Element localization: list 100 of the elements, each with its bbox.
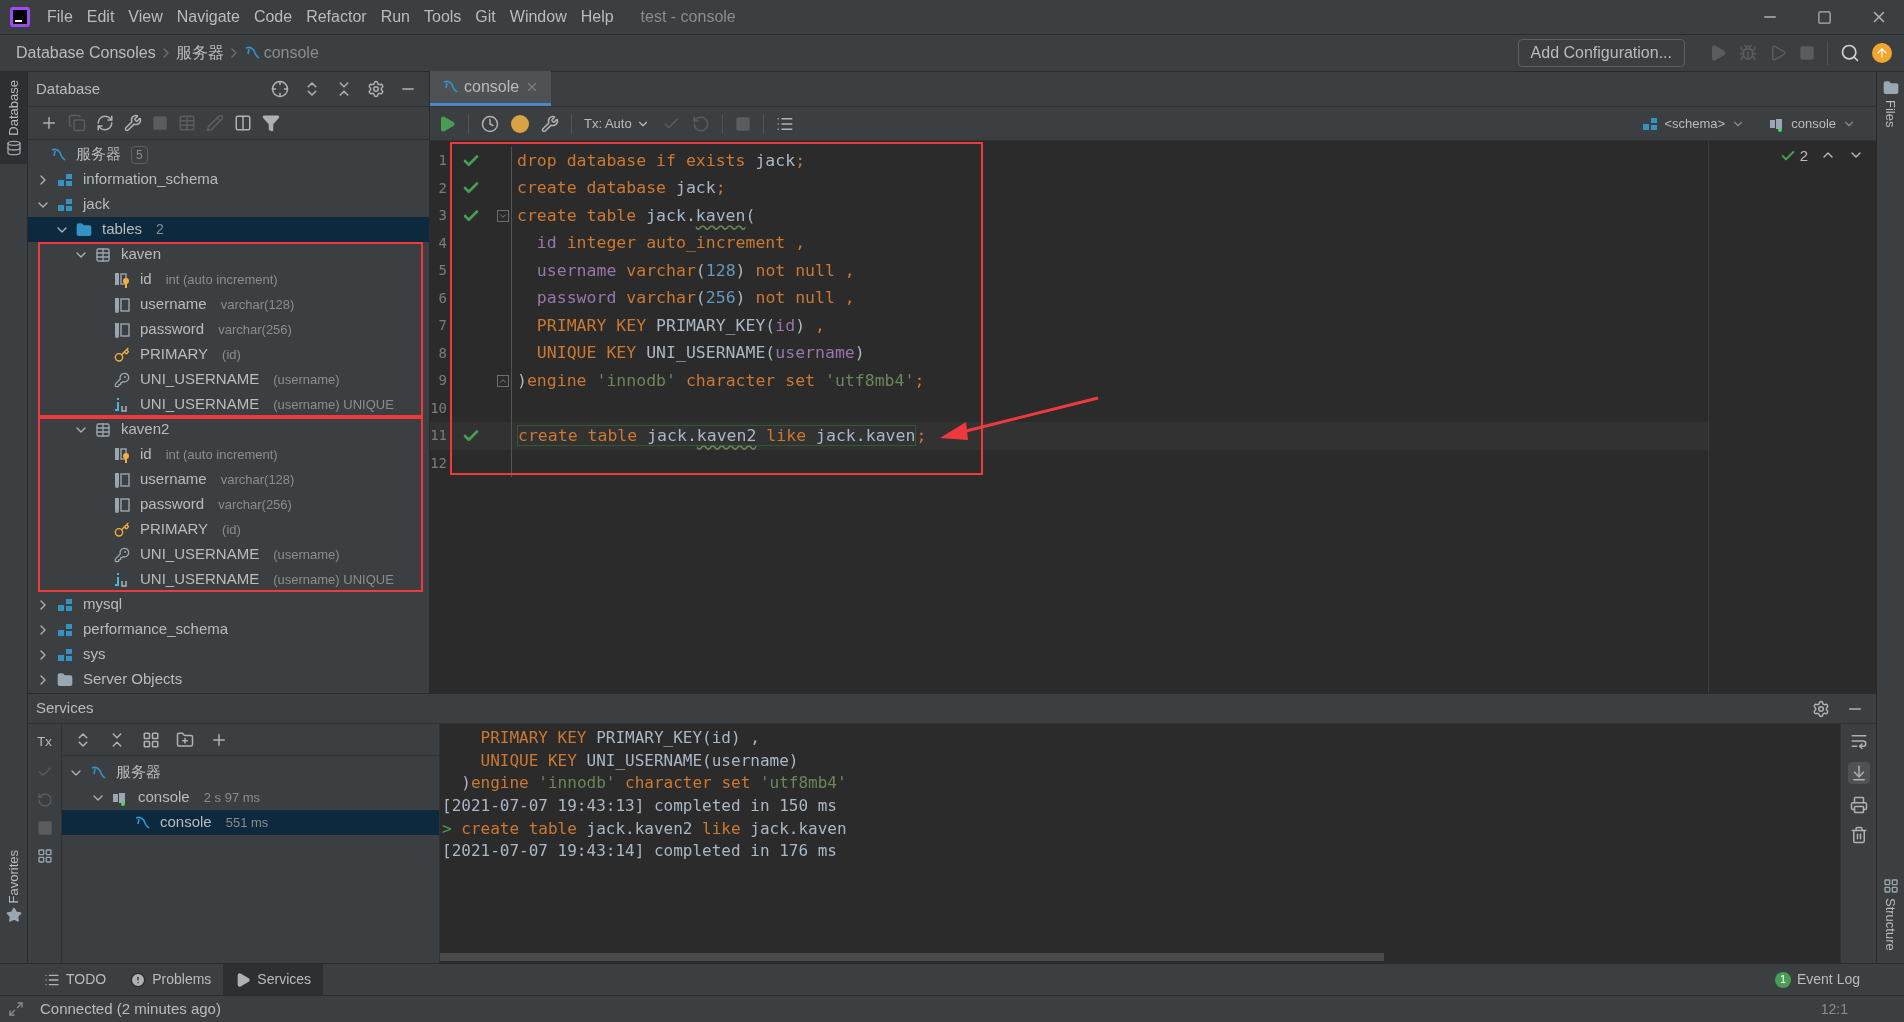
star-icon[interactable] xyxy=(5,907,22,923)
tree-label: UNI_USERNAME xyxy=(140,394,260,415)
tree-item[interactable]: UNI_USERNAME (username) UNIQUE xyxy=(28,392,429,417)
tree-item[interactable]: id int (auto increment) xyxy=(28,442,429,467)
layout-icon[interactable] xyxy=(36,847,53,864)
scroll-to-end-icon[interactable] xyxy=(1847,762,1870,784)
console-output-line: PRIMARY KEY PRIMARY_KEY(id) , xyxy=(479,727,760,749)
tree-item[interactable]: UNI_USERNAME (username) xyxy=(28,367,429,392)
tree-item[interactable]: jack xyxy=(28,192,429,217)
history-icon[interactable] xyxy=(481,114,499,133)
tool-window-tab[interactable]: TODO xyxy=(32,964,119,995)
schema-dropdown[interactable]: <schema> xyxy=(1642,113,1746,134)
filter-icon[interactable] xyxy=(262,114,280,132)
scrollbar[interactable] xyxy=(440,953,1384,961)
inspection-count[interactable]: 2 xyxy=(1799,145,1808,168)
tree-item[interactable]: id int (auto increment) xyxy=(28,267,429,292)
add-icon[interactable] xyxy=(40,114,58,132)
tree-label: 服务器 xyxy=(76,144,121,165)
tree-item[interactable]: PRIMARY (id) xyxy=(28,517,429,542)
transaction-mode-button[interactable]: Tx xyxy=(37,732,52,752)
maximize-icon[interactable] xyxy=(1817,9,1832,25)
tree-item[interactable]: information_schema xyxy=(28,167,429,192)
tree-item[interactable]: PRIMARY (id) xyxy=(28,342,429,367)
console-output-line: [2021-07-07 19:43:13] completed in 150 ms xyxy=(441,795,837,818)
settings-icon[interactable] xyxy=(367,80,385,98)
tree-item[interactable]: 服务器 xyxy=(62,760,439,785)
stripe-tab[interactable]: Structure xyxy=(1880,898,1901,951)
search-icon[interactable] xyxy=(1840,43,1860,63)
tool-window-tab[interactable]: Problems xyxy=(118,964,224,995)
schema-icon xyxy=(57,171,73,188)
menu-item[interactable]: Edit xyxy=(79,5,122,29)
tree-item[interactable]: sys xyxy=(28,642,429,667)
tree-item[interactable]: password varchar(256) xyxy=(28,492,429,517)
menu-item[interactable]: Git xyxy=(468,5,503,29)
tree-item[interactable]: 服务器 5 xyxy=(28,142,429,167)
key-icon xyxy=(114,371,130,388)
new-group-icon[interactable] xyxy=(176,730,194,749)
key-column-icon xyxy=(114,271,130,288)
tree-item[interactable]: performance_schema xyxy=(28,617,429,642)
stripe-tab[interactable]: Favorites xyxy=(3,849,24,903)
schema-icon xyxy=(1642,115,1659,132)
code-line: PRIMARY KEY PRIMARY_KEY(id) , xyxy=(535,314,825,337)
tree-detail: varchar(128) xyxy=(220,470,295,489)
fold-marker-icon[interactable] xyxy=(496,209,509,222)
tree-item[interactable]: mysql xyxy=(28,592,429,617)
caret-position[interactable]: 12:1 xyxy=(1820,998,1848,1020)
editor-tab[interactable]: console xyxy=(430,71,552,106)
menu-item[interactable]: Tools xyxy=(417,5,469,29)
session-dropdown[interactable]: console xyxy=(1769,113,1856,134)
tree-item[interactable]: Server Objects xyxy=(28,667,429,692)
print-icon[interactable] xyxy=(1849,796,1868,814)
line-number: 11 xyxy=(430,426,447,446)
schema-icon xyxy=(57,596,73,613)
tree-item[interactable]: UNI_USERNAME (username) UNIQUE xyxy=(28,567,429,592)
tree-item[interactable]: tables 2 xyxy=(28,217,429,242)
tree-item[interactable]: username varchar(128) xyxy=(28,292,429,317)
run-icon[interactable] xyxy=(438,114,456,133)
tree-item[interactable]: kaven2 xyxy=(28,417,429,442)
window-title: test - console xyxy=(640,7,736,27)
tree-item[interactable]: kaven xyxy=(28,242,429,267)
tree-item[interactable]: console 2 s 97 ms xyxy=(62,785,439,810)
tree-item[interactable]: console 551 ms xyxy=(62,810,439,835)
event-log-tab[interactable]: 1 Event Log xyxy=(1774,969,1860,990)
settings-icon[interactable] xyxy=(541,114,559,133)
refresh-icon[interactable] xyxy=(96,114,114,132)
tool-window-tab[interactable]: Services xyxy=(223,964,324,995)
locate-icon[interactable] xyxy=(271,80,289,98)
settings-icon[interactable] xyxy=(1812,699,1830,718)
menu-item[interactable]: Code xyxy=(246,5,300,29)
menu-item[interactable]: File xyxy=(40,5,80,29)
database-icon[interactable] xyxy=(5,139,22,156)
datasource-icon xyxy=(50,146,66,163)
transaction-mode-dropdown[interactable]: Tx: Auto xyxy=(584,113,650,134)
update-icon[interactable] xyxy=(1872,43,1892,63)
menu-item[interactable]: View xyxy=(121,5,170,29)
fold-marker-icon[interactable] xyxy=(496,374,509,387)
status-message: Connected (2 minutes ago) xyxy=(40,998,221,1019)
add-configuration-button[interactable]: Add Configuration... xyxy=(1517,39,1685,67)
tree-item[interactable]: UNI_USERNAME (username) xyxy=(28,542,429,567)
soft-wrap-icon[interactable] xyxy=(1849,732,1868,750)
tree-label: UNI_USERNAME xyxy=(140,544,260,565)
tree-label: id xyxy=(140,444,152,465)
menu-item[interactable]: Help xyxy=(573,5,621,29)
code-line: create table jack.kaven( xyxy=(517,204,756,227)
breadcrumb-item[interactable]: Database Consoles xyxy=(16,41,156,65)
properties-icon[interactable] xyxy=(124,114,142,132)
breadcrumb-item[interactable]: console xyxy=(263,41,319,65)
group-icon[interactable] xyxy=(142,730,160,749)
tree-item[interactable]: password varchar(256) xyxy=(28,317,429,342)
stripe-tab[interactable]: Files xyxy=(1880,100,1901,128)
menu-item[interactable]: Navigate xyxy=(169,5,247,29)
structure-icon[interactable] xyxy=(1882,878,1899,895)
menu-item[interactable]: Refactor xyxy=(299,5,374,29)
toggle-icon[interactable] xyxy=(8,1001,24,1017)
menu-item[interactable]: Window xyxy=(502,5,574,29)
breadcrumb-item[interactable]: 服务器 xyxy=(175,41,224,65)
folder-icon[interactable] xyxy=(1882,80,1899,96)
trash-icon[interactable] xyxy=(1849,826,1868,844)
tree-item[interactable]: username varchar(128) xyxy=(28,467,429,492)
menu-item[interactable]: Run xyxy=(373,5,417,29)
